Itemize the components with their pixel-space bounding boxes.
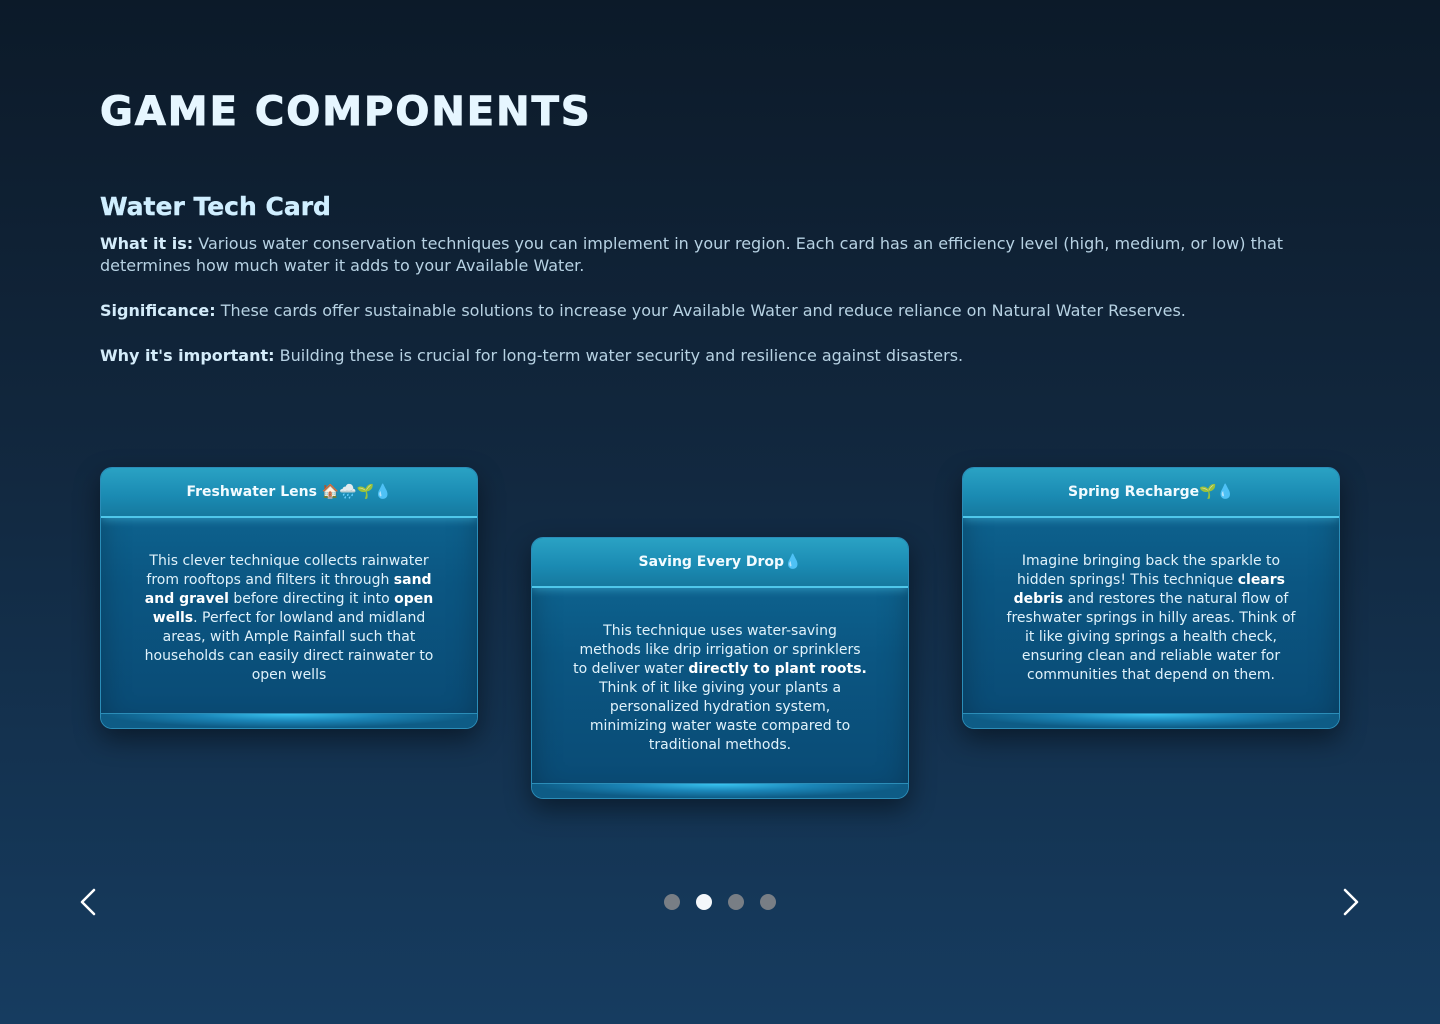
carousel-pagination	[664, 894, 776, 910]
card-freshwater-lens[interactable]: Freshwater Lens 🏠🌧️🌱💧 This clever techni…	[100, 467, 478, 729]
card-saving-every-drop[interactable]: Saving Every Drop💧 This technique uses w…	[531, 537, 909, 799]
what-it-is-paragraph: What it is: Various water conservation t…	[100, 233, 1340, 277]
card-text-emphasis: directly to plant roots.	[688, 661, 867, 677]
card-description: This clever technique collects rainwater…	[101, 518, 477, 685]
card-text: This clever technique collects rainwater…	[146, 553, 429, 588]
page-title: GAME COMPONENTS	[100, 89, 592, 136]
card-title: Spring Recharge🌱💧	[963, 468, 1339, 518]
next-button[interactable]	[1333, 884, 1369, 920]
card-footer-glow	[101, 713, 477, 728]
card-spring-recharge[interactable]: Spring Recharge🌱💧 Imagine bringing back …	[962, 467, 1340, 729]
pagination-dot-2[interactable]	[696, 894, 712, 910]
what-it-is-label: What it is:	[100, 234, 194, 253]
why-important-paragraph: Why it's important: Building these is cr…	[100, 345, 1340, 367]
why-important-label: Why it's important:	[100, 346, 275, 365]
card-footer-glow	[532, 783, 908, 798]
significance-paragraph: Significance: These cards offer sustaina…	[100, 300, 1340, 322]
section-title: Water Tech Card	[100, 192, 331, 221]
card-title: Freshwater Lens 🏠🌧️🌱💧	[101, 468, 477, 518]
chevron-right-icon	[1343, 888, 1359, 916]
card-description: Imagine bringing back the sparkle to hid…	[963, 518, 1339, 685]
pagination-dot-3[interactable]	[728, 894, 744, 910]
what-it-is-text: Various water conservation techniques yo…	[100, 234, 1284, 275]
significance-text: These cards offer sustainable solutions …	[215, 301, 1186, 320]
why-important-text: Building these is crucial for long-term …	[274, 346, 964, 365]
card-footer-glow	[963, 713, 1339, 728]
card-description: This technique uses water-saving methods…	[532, 588, 908, 755]
significance-label: Significance:	[100, 301, 216, 320]
previous-button[interactable]	[70, 884, 106, 920]
card-text: before directing it into	[228, 591, 395, 607]
card-text: Think of it like giving your plants a pe…	[589, 680, 851, 753]
pagination-dot-1[interactable]	[664, 894, 680, 910]
card-title: Saving Every Drop💧	[532, 538, 908, 588]
chevron-left-icon	[80, 888, 96, 916]
pagination-dot-4[interactable]	[760, 894, 776, 910]
